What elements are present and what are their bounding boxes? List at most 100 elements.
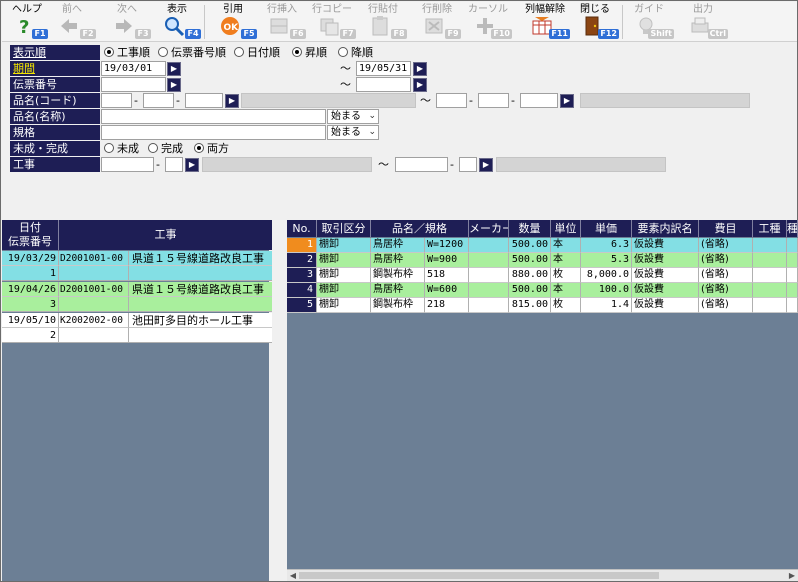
toolbar-button-7[interactable]: 行コピー F7 xyxy=(308,2,356,42)
dash: - xyxy=(469,94,473,107)
toolbar-button-label: カーソル xyxy=(468,4,508,15)
slip-list-row[interactable]: 19/04/26 D2001001-00 県道１５号線道路改良工事 3 xyxy=(2,282,272,312)
column-header-5[interactable]: 数量 xyxy=(509,220,551,237)
detail-row[interactable]: 4 棚卸 鳥居枠 W=600 500.00 本 100.0 仮設費 (省略) xyxy=(287,283,798,298)
order-radio-2[interactable]: 伝票番号順 xyxy=(158,45,226,60)
detail-row[interactable]: 3 棚卸 鋼製布枠 518 880.00 枚 8,000.0 仮設費 (省略) xyxy=(287,268,798,283)
spec-match-select[interactable]: 始まる ⌄ xyxy=(327,125,379,140)
unit-price: 8,000.0 xyxy=(581,268,632,283)
scroll-left-icon[interactable]: ◀ xyxy=(287,570,299,581)
status-radio-3[interactable]: 両方 xyxy=(194,141,229,156)
radio-label: 日付順 xyxy=(247,46,280,59)
toolbar-button-14[interactable]: 出力 Ctrl xyxy=(678,2,728,42)
function-key-badge: F1 xyxy=(32,29,48,39)
period-from-input[interactable]: 19/03/01 xyxy=(101,61,166,76)
item-code-to-1[interactable] xyxy=(436,93,467,108)
slip-number: 1 xyxy=(2,266,59,281)
slip-list-row[interactable]: 19/05/10 K2002002-00 池田町多目的ホール工事 2 xyxy=(2,313,272,343)
period-to-input[interactable]: 19/05/31 xyxy=(356,61,411,76)
status-radio-2[interactable]: 完成 xyxy=(148,141,183,156)
detail-row[interactable]: 5 棚卸 鋼製布枠 218 815.00 枚 1.4 仮設費 (省略) xyxy=(287,298,798,313)
construction-to-button[interactable]: ▶ xyxy=(479,158,493,172)
item-code-to-name xyxy=(580,93,750,108)
period-label[interactable]: 期間 xyxy=(10,61,100,76)
dash: - xyxy=(134,94,138,107)
radio-label: 工事順 xyxy=(117,46,150,59)
slip-list-row[interactable]: 19/03/29 D2001001-00 県道１５号線道路改良工事 1 xyxy=(2,251,272,281)
item-code-from-2[interactable] xyxy=(143,93,174,108)
construction-to-2[interactable] xyxy=(459,157,477,172)
function-key-badge: F4 xyxy=(185,29,201,39)
item-code-to-2[interactable] xyxy=(478,93,509,108)
column-header-10[interactable]: 工種 xyxy=(753,220,787,237)
order-radio-1[interactable]: 工事順 xyxy=(104,45,150,60)
toolbar-button-10[interactable]: カーソル F10 xyxy=(464,2,512,42)
period-from-picker-button[interactable]: ▶ xyxy=(167,62,181,76)
slip-number-to-input[interactable] xyxy=(356,77,411,92)
column-header-2[interactable]: 取引区分 xyxy=(317,220,371,237)
toolbar-button-8[interactable]: 行貼付 F8 xyxy=(359,2,407,42)
column-header-7[interactable]: 単価 xyxy=(581,220,632,237)
toolbar-button-2[interactable]: 前へ F2 xyxy=(48,2,96,42)
toolbar-button-4[interactable]: 表示 F4 xyxy=(153,2,201,42)
function-key-badge: F7 xyxy=(340,29,356,39)
toolbar-button-9[interactable]: 行削除 F9 xyxy=(413,2,461,42)
construction-to-1[interactable] xyxy=(395,157,448,172)
column-header-6[interactable]: 単位 xyxy=(551,220,581,237)
transaction-type: 棚卸 xyxy=(317,298,371,313)
empty-cell xyxy=(59,328,129,343)
radio-dot xyxy=(194,143,204,153)
item-code-to-button[interactable]: ▶ xyxy=(560,94,574,108)
order-radio-3[interactable]: 日付順 xyxy=(234,45,280,60)
scrollbar-thumb[interactable] xyxy=(299,572,659,579)
quantity: 500.00 xyxy=(509,238,551,253)
radio-dot xyxy=(292,47,302,57)
display-order-label[interactable]: 表示順 xyxy=(10,45,100,60)
function-key-badge: Shift xyxy=(648,29,674,39)
item-code-from-1[interactable] xyxy=(101,93,132,108)
status-radio-1[interactable]: 未成 xyxy=(104,141,139,156)
function-key-badge: F6 xyxy=(290,29,306,39)
radio-label: 両方 xyxy=(207,142,229,155)
column-header-9[interactable]: 費目 xyxy=(699,220,753,237)
item-name-input[interactable] xyxy=(101,109,326,124)
column-header-3[interactable]: 品名／規格 xyxy=(371,220,469,237)
column-header-8[interactable]: 要素内訳名 xyxy=(632,220,699,237)
radio-dot xyxy=(104,143,114,153)
toolbar-button-12[interactable]: 閉じる F12 xyxy=(571,2,619,42)
date-slip-header[interactable]: 日付 伝票番号 xyxy=(2,220,59,250)
construction-from-2[interactable] xyxy=(165,157,183,172)
sort-direction-radio-2[interactable]: 降順 xyxy=(338,45,373,60)
detail-row[interactable]: 1 棚卸 鳥居枠 W=1200 500.00 本 6.3 仮設費 (省略) xyxy=(287,238,798,253)
dash: - xyxy=(511,94,515,107)
toolbar-button-11[interactable]: 列幅解除 F11 xyxy=(520,2,570,42)
toolbar-button-5[interactable]: 引用 OK F5 xyxy=(209,2,257,42)
toolbar-button-6[interactable]: 行挿入 F6 xyxy=(258,2,306,42)
item-name-match-select[interactable]: 始まる ⌄ xyxy=(327,109,379,124)
column-header-4[interactable]: メーカー xyxy=(469,220,509,237)
toolbar-button-label: 列幅解除 xyxy=(525,4,565,15)
slip-number-from-input[interactable] xyxy=(101,77,166,92)
item-code-to-3[interactable] xyxy=(520,93,558,108)
toolbar-button-13[interactable]: ガイド Shift xyxy=(624,2,674,42)
period-to-picker-button[interactable]: ▶ xyxy=(413,62,427,76)
svg-text:OK: OK xyxy=(224,23,240,33)
construction-from-button[interactable]: ▶ xyxy=(185,158,199,172)
spec-input[interactable] xyxy=(101,125,326,140)
construction-header[interactable]: 工事 xyxy=(59,220,272,250)
column-header-1[interactable]: No. xyxy=(287,220,317,237)
item-code-from-button[interactable]: ▶ xyxy=(225,94,239,108)
toolbar-button-label: 閉じる xyxy=(580,4,610,15)
construction-from-1[interactable] xyxy=(101,157,154,172)
detail-row[interactable]: 2 棚卸 鳥居枠 W=900 500.00 本 5.3 仮設費 (省略) xyxy=(287,253,798,268)
toolbar-button-1[interactable]: ヘルプ? F1 xyxy=(6,2,48,42)
column-header-11[interactable]: 種 xyxy=(787,220,798,237)
toolbar-button-3[interactable]: 次へ F3 xyxy=(103,2,151,42)
scroll-right-icon[interactable]: ▶ xyxy=(786,570,798,581)
horizontal-scrollbar[interactable]: ◀ ▶ xyxy=(287,569,798,581)
slip-number-to-button[interactable]: ▶ xyxy=(413,78,427,92)
sort-direction-radio-1[interactable]: 昇順 xyxy=(292,45,327,60)
item-code-from-3[interactable] xyxy=(185,93,223,108)
toolbar-button-label: 行削除 xyxy=(422,4,452,15)
slip-number-from-button[interactable]: ▶ xyxy=(167,78,181,92)
